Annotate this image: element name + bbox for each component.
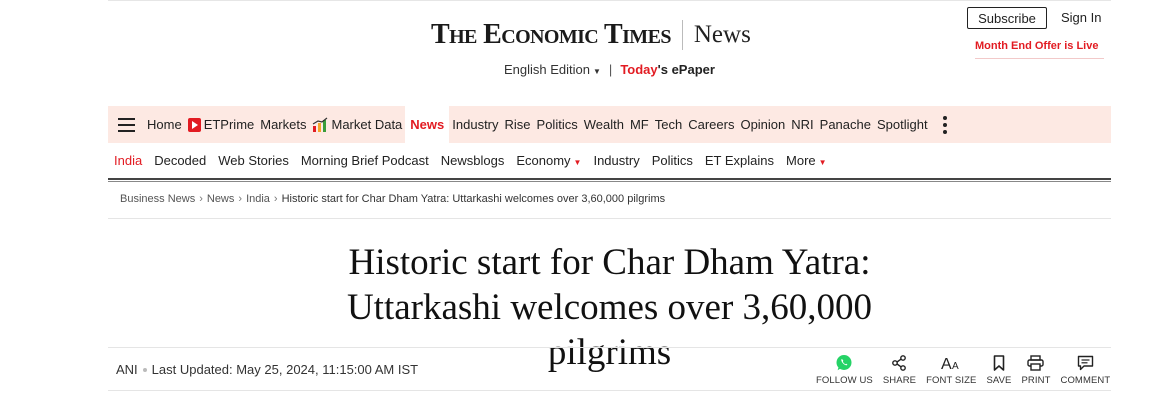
article-byline: ANI Last Updated: May 25, 2024, 11:15:00… — [116, 362, 418, 377]
subnav-item-more[interactable]: More ▼ — [780, 153, 833, 168]
nav-item-careers[interactable]: Careers — [685, 106, 737, 143]
follow-us-label: FOLLOW US — [816, 375, 873, 386]
breadcrumb-current: Historic start for Char Dham Yatra: Utta… — [281, 193, 666, 205]
more-options-icon[interactable] — [935, 106, 955, 143]
subnav-item-newsblogs[interactable]: Newsblogs — [435, 153, 511, 168]
subnav-item-et-explains[interactable]: ET Explains — [699, 153, 780, 168]
subnav-item-politics[interactable]: Politics — [646, 153, 699, 168]
breadcrumb-divider — [108, 218, 1111, 219]
nav-item-etprime[interactable]: ETPrime — [185, 106, 258, 143]
save-button[interactable]: SAVE — [986, 354, 1011, 386]
caret-down-icon: ▼ — [593, 67, 601, 76]
breadcrumb-india[interactable]: India — [246, 193, 270, 205]
epaper-suffix: 's ePaper — [657, 62, 715, 77]
print-label: PRINT — [1021, 375, 1051, 386]
sub-nav: India Decoded Web Stories Morning Brief … — [108, 143, 1111, 178]
subnav-item-india[interactable]: India — [108, 153, 148, 168]
article-agency[interactable]: ANI — [116, 362, 138, 377]
epaper-prefix: Today — [620, 62, 658, 77]
printer-icon — [1027, 355, 1045, 371]
nav-divider — [108, 178, 1111, 182]
caret-down-icon: ▼ — [573, 158, 582, 167]
chevron-right-icon: › — [273, 193, 278, 205]
print-button[interactable]: PRINT — [1021, 354, 1050, 386]
sign-in-link[interactable]: Sign In — [1061, 10, 1101, 25]
edition-separator: | — [608, 62, 613, 77]
svg-text:A: A — [941, 356, 952, 371]
font-size-icon: A A — [941, 356, 959, 371]
comment-button[interactable]: COMMENT — [1060, 354, 1110, 386]
breadcrumb-business-news[interactable]: Business News — [120, 193, 195, 205]
nav-item-rise[interactable]: Rise — [502, 106, 534, 143]
epaper-link[interactable]: Today's ePaper — [620, 62, 715, 77]
offer-link[interactable]: Month End Offer is Live — [975, 40, 1098, 52]
nav-item-nri[interactable]: NRI — [788, 106, 816, 143]
market-chart-icon — [313, 117, 328, 132]
follow-us-button[interactable]: FOLLOW US — [816, 354, 873, 386]
nav-item-markets[interactable]: Markets — [257, 106, 309, 143]
byline-divider — [108, 390, 1111, 391]
save-label: SAVE — [986, 375, 1012, 386]
subnav-item-economy[interactable]: Economy ▼ — [510, 153, 587, 168]
chevron-right-icon: › — [238, 193, 243, 205]
font-size-label: FONT SIZE — [926, 375, 977, 386]
subnav-item-industry[interactable]: Industry — [587, 153, 645, 168]
byline-dot — [142, 367, 147, 372]
nav-item-home[interactable]: Home — [144, 106, 185, 143]
article-actions: FOLLOW US SHARE A A FONT SIZE SAVE PRINT… — [816, 354, 1120, 386]
site-logo[interactable]: The Economic Times — [431, 19, 671, 51]
nav-item-panache[interactable]: Panache — [817, 106, 874, 143]
brand-divider — [681, 20, 683, 50]
nav-item-opinion[interactable]: Opinion — [737, 106, 788, 143]
share-icon — [892, 355, 907, 371]
nav-item-news[interactable]: News — [405, 106, 450, 143]
subscribe-button[interactable]: Subscribe — [967, 7, 1047, 29]
chevron-right-icon: › — [199, 193, 203, 205]
etprime-icon — [187, 117, 201, 132]
comment-label: COMMENT — [1060, 375, 1111, 386]
headline-divider — [108, 347, 1111, 348]
masthead-brand[interactable]: The Economic Times News — [431, 18, 751, 52]
nav-item-tech[interactable]: Tech — [652, 106, 685, 143]
nav-item-market-data-label: Market Data — [331, 117, 403, 132]
article-updated: Last Updated: May 25, 2024, 11:15:00 AM … — [151, 362, 419, 377]
breadcrumb-news[interactable]: News — [207, 193, 235, 205]
nav-item-spotlight[interactable]: Spotlight — [874, 106, 931, 143]
hamburger-menu-icon[interactable] — [108, 106, 144, 143]
nav-item-market-data[interactable]: Market Data — [309, 106, 405, 143]
edition-selector[interactable]: English Edition ▼ — [504, 62, 601, 77]
caret-down-icon: ▼ — [818, 158, 827, 167]
comment-icon — [1077, 355, 1094, 371]
breadcrumb: Business News › News › India › Historic … — [120, 193, 665, 205]
nav-item-etprime-label: ETPrime — [203, 117, 255, 132]
offer-underline — [975, 58, 1104, 59]
bookmark-icon — [993, 355, 1005, 371]
nav-item-politics[interactable]: Politics — [534, 106, 581, 143]
share-button[interactable]: SHARE — [883, 354, 916, 386]
whatsapp-icon — [836, 355, 852, 371]
nav-item-mf[interactable]: MF — [627, 106, 652, 143]
nav-item-wealth[interactable]: Wealth — [581, 106, 627, 143]
main-nav: Home ETPrime Markets Market Data News In… — [108, 106, 1111, 143]
subnav-item-web-stories[interactable]: Web Stories — [212, 153, 295, 168]
edition-label: English Edition — [504, 62, 590, 77]
subnav-item-morning-brief-podcast[interactable]: Morning Brief Podcast — [295, 153, 435, 168]
section-name[interactable]: News — [694, 21, 751, 49]
subnav-item-more-label: More — [786, 153, 816, 168]
edition-bar: English Edition ▼ | Today's ePaper — [504, 62, 715, 77]
subnav-item-economy-label: Economy — [516, 153, 571, 168]
top-divider — [108, 0, 1111, 1]
nav-item-industry[interactable]: Industry — [449, 106, 501, 143]
font-size-button[interactable]: A A FONT SIZE — [926, 354, 976, 386]
share-label: SHARE — [882, 375, 917, 386]
svg-text:A: A — [952, 361, 959, 371]
subnav-item-decoded[interactable]: Decoded — [148, 153, 212, 168]
